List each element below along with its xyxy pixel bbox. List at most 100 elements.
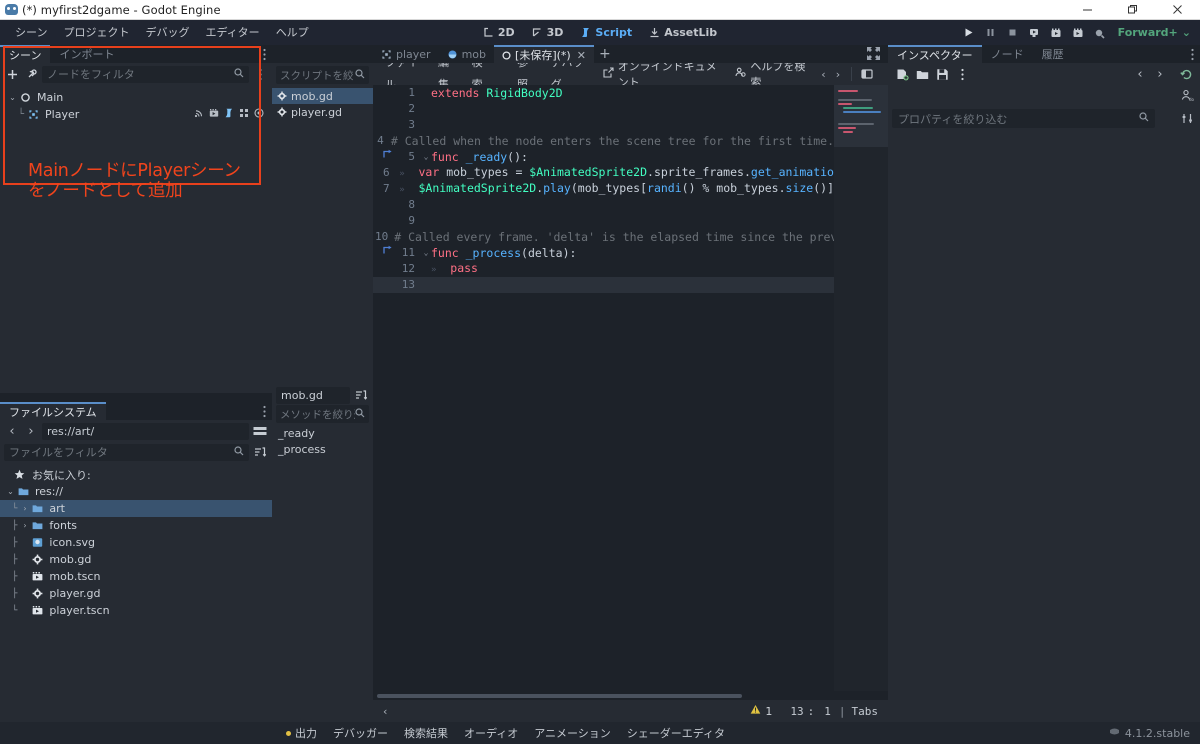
open-docs-icon[interactable]: doc — [1179, 87, 1195, 103]
member-item-process[interactable]: _process — [272, 441, 373, 457]
sort-icon[interactable] — [353, 387, 369, 403]
minimize-button[interactable] — [1065, 0, 1110, 20]
tab-history[interactable]: 履歴 — [1033, 45, 1073, 63]
code-line[interactable]: 11 ⌄ func _process(delta): — [373, 245, 834, 261]
script-item-player[interactable]: player.gd — [272, 104, 373, 120]
chevron-down-icon[interactable]: ⌄ — [8, 93, 17, 102]
tab-import[interactable]: インポート — [50, 45, 123, 63]
menu-debug[interactable]: デバッグ — [137, 20, 197, 45]
code-line[interactable]: 7 » $AnimatedSprite2D.play(mob_types[rand… — [373, 181, 834, 197]
maximize-button[interactable] — [1110, 0, 1155, 20]
fold-toggle-icon[interactable]: ⌄ — [421, 149, 431, 165]
tab-2d[interactable]: 2D — [476, 24, 522, 41]
bottom-tab-search-results[interactable]: 検索結果 — [396, 725, 456, 741]
movie-maker-button[interactable] — [1090, 22, 1111, 43]
menu-editor[interactable]: エディター — [197, 20, 267, 45]
chevron-right-icon[interactable]: › — [20, 521, 29, 530]
code-text-pane[interactable]: 1 extends RigidBody2D 2 3 4 # Called when the… — [373, 85, 834, 691]
editor-tab-mob[interactable]: mob — [439, 45, 494, 63]
pause-button[interactable] — [980, 22, 1001, 43]
fs-row-res-root[interactable]: ⌄ res:// — [0, 483, 272, 500]
resource-menu-icon[interactable] — [954, 66, 970, 82]
chevron-right-icon[interactable]: › — [20, 504, 29, 513]
menu-project[interactable]: プロジェクト — [55, 20, 137, 45]
script-icon[interactable] — [224, 108, 234, 121]
code-line[interactable]: 5 ⌄ func _ready(): — [373, 149, 834, 165]
scene-options-menu-icon[interactable] — [252, 66, 268, 82]
new-resource-icon[interactable] — [894, 66, 910, 82]
play-custom-scene-button[interactable] — [1068, 22, 1089, 43]
code-line[interactable]: 8 — [373, 197, 834, 213]
sort-icon[interactable] — [252, 444, 268, 460]
bottom-tab-output[interactable]: 出力 — [278, 725, 325, 741]
fs-back-button[interactable]: ‹ — [4, 423, 20, 439]
tab-script[interactable]: Script — [573, 24, 639, 41]
version-indicator[interactable]: 4.1.2.stable — [1109, 727, 1200, 740]
open-resource-icon[interactable] — [914, 66, 930, 82]
object-tools-icon[interactable] — [1179, 111, 1195, 127]
split-view-icon[interactable] — [252, 423, 268, 439]
scene-tree-node-main[interactable]: ⌄ Main — [0, 89, 272, 106]
play-remote-debug-button[interactable] — [1024, 22, 1045, 43]
tab-assetlib[interactable]: AssetLib — [642, 24, 724, 41]
instance-child-scene-button[interactable] — [23, 66, 39, 82]
play-scene-button[interactable] — [1046, 22, 1067, 43]
member-filter-input[interactable]: メソッドを絞り込 — [276, 405, 369, 423]
expand-editor-icon[interactable] — [867, 47, 880, 63]
add-node-button[interactable] — [4, 66, 20, 82]
history-prev-button[interactable]: ‹ — [817, 68, 829, 81]
menu-scene[interactable]: シーン — [7, 20, 55, 45]
inspector-next-button[interactable]: › — [1152, 66, 1168, 82]
fs-favorites-row[interactable]: お気に入り: — [0, 466, 272, 483]
fold-toggle-icon[interactable]: ⌄ — [421, 245, 431, 261]
fs-row-player-tscn[interactable]: └ player.tscn — [0, 602, 272, 619]
property-filter-input[interactable]: プロパティを絞り込む — [892, 109, 1155, 128]
bottom-tab-debugger[interactable]: デバッガー — [325, 725, 396, 741]
visibility-icon[interactable] — [254, 108, 264, 121]
code-line[interactable]: 13 — [373, 277, 834, 293]
history-icon[interactable] — [1178, 66, 1194, 82]
scene-filter-input[interactable]: ノードをフィルタ — [42, 65, 249, 83]
fs-row-player-gd[interactable]: ├ player.gd — [0, 585, 272, 602]
scene-tree-node-player[interactable]: └ Player — [0, 106, 272, 123]
indent-mode-button[interactable]: Tabs — [852, 705, 879, 718]
instance-scene-icon[interactable] — [209, 108, 219, 121]
fs-filter-input[interactable]: ファイルをフィルタ — [4, 443, 249, 461]
code-lines[interactable]: 1 extends RigidBody2D 2 3 4 # Called when the… — [373, 85, 834, 691]
group-icon[interactable] — [239, 108, 249, 121]
fs-row-mob-gd[interactable]: ├ mob.gd — [0, 551, 272, 568]
toggle-scripts-panel-button[interactable] — [855, 68, 883, 80]
editor-tab-unsaved[interactable]: [未保存](*) ✕ — [494, 45, 594, 63]
tab-filesystem[interactable]: ファイルシステム — [0, 402, 106, 420]
inspector-menu-icon[interactable] — [1184, 45, 1200, 63]
add-script-tab-button[interactable]: + — [594, 45, 616, 63]
filesystem-panel-menu-icon[interactable] — [256, 402, 272, 420]
code-line[interactable]: 10 # Called every frame. 'delta' is the e… — [373, 229, 834, 245]
minimap-viewport[interactable] — [834, 85, 888, 147]
bottom-tab-shader-editor[interactable]: シェーダーエディタ — [619, 725, 733, 741]
fs-path-input[interactable]: res://art/ — [42, 422, 249, 440]
scene-panel-menu-icon[interactable] — [256, 45, 272, 63]
code-horizontal-scrollbar[interactable] — [373, 691, 888, 700]
member-item-ready[interactable]: _ready — [272, 425, 373, 441]
tab-scene[interactable]: シーン — [0, 45, 51, 63]
collapse-panel-button[interactable]: ‹ — [383, 705, 387, 718]
bottom-tab-audio[interactable]: オーディオ — [456, 725, 526, 741]
fs-row-art[interactable]: └ › art — [0, 500, 272, 517]
code-line[interactable]: 4 # Called when the node enters the scene… — [373, 133, 834, 149]
inspector-prev-button[interactable]: ‹ — [1132, 66, 1148, 82]
code-minimap[interactable] — [834, 85, 888, 691]
close-button[interactable] — [1155, 0, 1200, 20]
save-resource-icon[interactable] — [934, 66, 950, 82]
script-filter-input[interactable]: スクリプトを絞り — [276, 66, 369, 84]
warning-indicator[interactable]: 1 — [750, 704, 772, 718]
tab-inspector[interactable]: インスペクター — [888, 45, 982, 63]
editor-tab-player[interactable]: player — [373, 45, 439, 63]
code-line[interactable]: 9 — [373, 213, 834, 229]
code-line[interactable]: 2 — [373, 101, 834, 117]
stop-button[interactable] — [1002, 22, 1023, 43]
chevron-down-icon[interactable]: ⌄ — [6, 487, 15, 496]
fs-row-mob-tscn[interactable]: ├ mob.tscn — [0, 568, 272, 585]
fs-row-fonts[interactable]: ├ › fonts — [0, 517, 272, 534]
code-line[interactable]: 6» var mob_types = $AnimatedSprite2D.spr… — [373, 165, 834, 181]
